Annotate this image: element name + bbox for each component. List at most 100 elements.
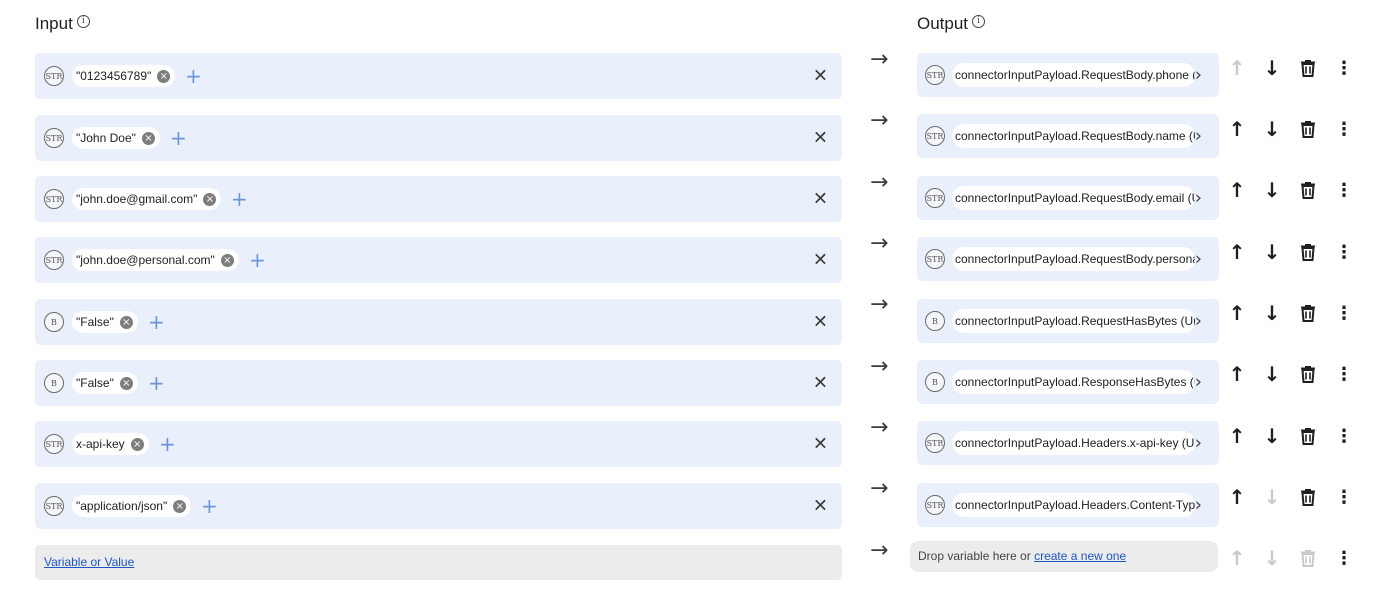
chevron-right-icon[interactable]: › — [1195, 188, 1202, 209]
remove-chip-icon[interactable]: × — [203, 192, 217, 206]
chevron-right-icon[interactable]: › — [1195, 311, 1202, 332]
input-row: STR "john.doe@personal.com" × + ✕ — [35, 237, 842, 283]
close-icon[interactable]: ✕ — [813, 189, 828, 210]
move-up-icon[interactable]: ↑ — [1227, 117, 1247, 141]
value-chip[interactable]: "john.doe@personal.com" × — [72, 249, 239, 271]
move-down-icon[interactable]: ↓ — [1262, 301, 1282, 325]
output-variable-chip[interactable]: connectorInputPayload.ResponseHasBytes (… — [952, 370, 1195, 394]
chevron-right-icon[interactable]: › — [1195, 372, 1202, 393]
move-up-icon[interactable]: ↑ — [1227, 301, 1247, 325]
trash-icon[interactable] — [1298, 425, 1318, 447]
more-vert-icon[interactable]: ⋮ — [1334, 179, 1354, 201]
type-badge: STR — [925, 188, 945, 208]
remove-chip-icon[interactable]: × — [220, 253, 234, 267]
more-vert-icon[interactable]: ⋮ — [1334, 241, 1354, 263]
remove-chip-icon[interactable]: × — [157, 69, 171, 83]
output-variable-chip[interactable]: connectorInputPayload.RequestHasBytes (U… — [952, 309, 1195, 333]
value-chip[interactable]: "John Doe" × — [72, 127, 160, 149]
value-chip[interactable]: "False" × — [72, 372, 138, 394]
output-row: BconnectorInputPayload.ResponseHasBytes … — [917, 360, 1219, 404]
move-up-icon: ↑ — [1228, 56, 1246, 80]
move-down-icon[interactable]: ↓ — [1262, 117, 1282, 141]
output-variable-chip[interactable]: connectorInputPayload.RequestBody.person… — [952, 247, 1195, 271]
chevron-right-icon[interactable]: › — [1195, 433, 1202, 454]
remove-chip-icon[interactable]: × — [130, 437, 144, 451]
move-up-icon[interactable]: ↑ — [1227, 178, 1247, 202]
trash-icon[interactable] — [1298, 179, 1318, 201]
value-chip[interactable]: "False" × — [72, 311, 138, 333]
close-icon[interactable]: ✕ — [813, 250, 828, 271]
info-icon[interactable]: i — [972, 14, 986, 28]
close-icon[interactable]: ✕ — [813, 312, 828, 333]
move-up-icon[interactable]: ↑ — [1227, 240, 1247, 264]
value-chip[interactable]: "0123456789" × — [72, 65, 176, 87]
remove-chip-icon[interactable]: × — [119, 376, 133, 390]
arrow-right-icon: → — [870, 354, 889, 379]
arrow-right-icon: → — [870, 476, 889, 501]
chevron-right-icon[interactable]: › — [1195, 495, 1202, 516]
output-variable-chip[interactable]: connectorInputPayload.RequestBody.email … — [952, 186, 1195, 210]
trash-icon[interactable] — [1298, 57, 1318, 79]
close-icon[interactable]: ✕ — [813, 496, 828, 517]
output-variable-chip[interactable]: connectorInputPayload.Headers.Content-Ty… — [952, 493, 1195, 517]
input-row: B "False" × + ✕ — [35, 299, 842, 345]
more-vert-icon[interactable]: ⋮ — [1334, 118, 1354, 140]
close-icon[interactable]: ✕ — [813, 373, 828, 394]
chevron-right-icon[interactable]: › — [1195, 126, 1202, 147]
move-down-icon[interactable]: ↓ — [1262, 362, 1282, 386]
plus-icon[interactable]: + — [148, 312, 165, 332]
move-up-icon[interactable]: ↑ — [1227, 424, 1247, 448]
type-badge: STR — [44, 189, 64, 209]
plus-icon[interactable]: + — [159, 434, 176, 454]
drop-zone-label: Drop variable here or — [918, 549, 1031, 563]
variable-or-value-link[interactable]: Variable or Value — [44, 555, 134, 569]
plus-icon[interactable]: + — [170, 128, 187, 148]
plus-icon[interactable]: + — [231, 189, 248, 209]
value-chip[interactable]: x-api-key × — [72, 433, 149, 455]
value-chip-text: "application/json" — [76, 499, 168, 513]
move-down-icon[interactable]: ↓ — [1262, 178, 1282, 202]
move-down-icon[interactable]: ↓ — [1262, 56, 1282, 80]
input-row: STR "application/json" × + ✕ — [35, 483, 842, 529]
remove-chip-icon[interactable]: × — [173, 499, 187, 513]
type-badge: STR — [925, 126, 945, 146]
move-down-icon[interactable]: ↓ — [1262, 424, 1282, 448]
more-vert-icon[interactable]: ⋮ — [1334, 302, 1354, 324]
move-up-icon[interactable]: ↑ — [1227, 362, 1247, 386]
trash-icon[interactable] — [1298, 302, 1318, 324]
plus-icon[interactable]: + — [201, 496, 218, 516]
close-icon[interactable]: ✕ — [813, 434, 828, 455]
type-badge: B — [44, 373, 64, 393]
trash-icon[interactable] — [1298, 486, 1318, 508]
move-down-icon: ↓ — [1263, 485, 1281, 509]
type-badge: STR — [44, 496, 64, 516]
type-badge: B — [44, 312, 64, 332]
plus-icon[interactable]: + — [249, 250, 266, 270]
trash-icon[interactable] — [1298, 241, 1318, 263]
plus-icon[interactable]: + — [185, 66, 202, 86]
output-variable-chip[interactable]: connectorInputPayload.RequestBody.phone … — [952, 63, 1195, 87]
more-vert-icon[interactable]: ⋮ — [1334, 486, 1354, 508]
value-chip[interactable]: "application/json" × — [72, 495, 192, 517]
output-variable-chip[interactable]: connectorInputPayload.Headers.x-api-key … — [952, 431, 1195, 455]
output-variable-chip[interactable]: connectorInputPayload.RequestBody.name (… — [952, 124, 1195, 148]
plus-icon[interactable]: + — [148, 373, 165, 393]
create-new-link[interactable]: create a new one — [1034, 549, 1126, 563]
more-vert-icon[interactable]: ⋮ — [1334, 547, 1354, 569]
trash-icon[interactable] — [1298, 118, 1318, 140]
remove-chip-icon[interactable]: × — [141, 131, 155, 145]
close-icon[interactable]: ✕ — [813, 128, 828, 149]
value-chip[interactable]: "john.doe@gmail.com" × — [72, 188, 222, 210]
close-icon[interactable]: ✕ — [813, 66, 828, 87]
more-vert-icon[interactable]: ⋮ — [1334, 363, 1354, 385]
move-down-icon[interactable]: ↓ — [1262, 240, 1282, 264]
info-icon[interactable]: i — [76, 14, 90, 28]
more-vert-icon[interactable]: ⋮ — [1334, 425, 1354, 447]
more-vert-icon[interactable]: ⋮ — [1334, 57, 1354, 79]
move-up-icon[interactable]: ↑ — [1227, 485, 1247, 509]
chevron-right-icon[interactable]: › — [1195, 249, 1202, 270]
remove-chip-icon[interactable]: × — [119, 315, 133, 329]
output-drop-zone[interactable]: Drop variable here or create a new one — [910, 541, 1218, 572]
chevron-right-icon[interactable]: › — [1195, 65, 1202, 86]
trash-icon[interactable] — [1298, 363, 1318, 385]
